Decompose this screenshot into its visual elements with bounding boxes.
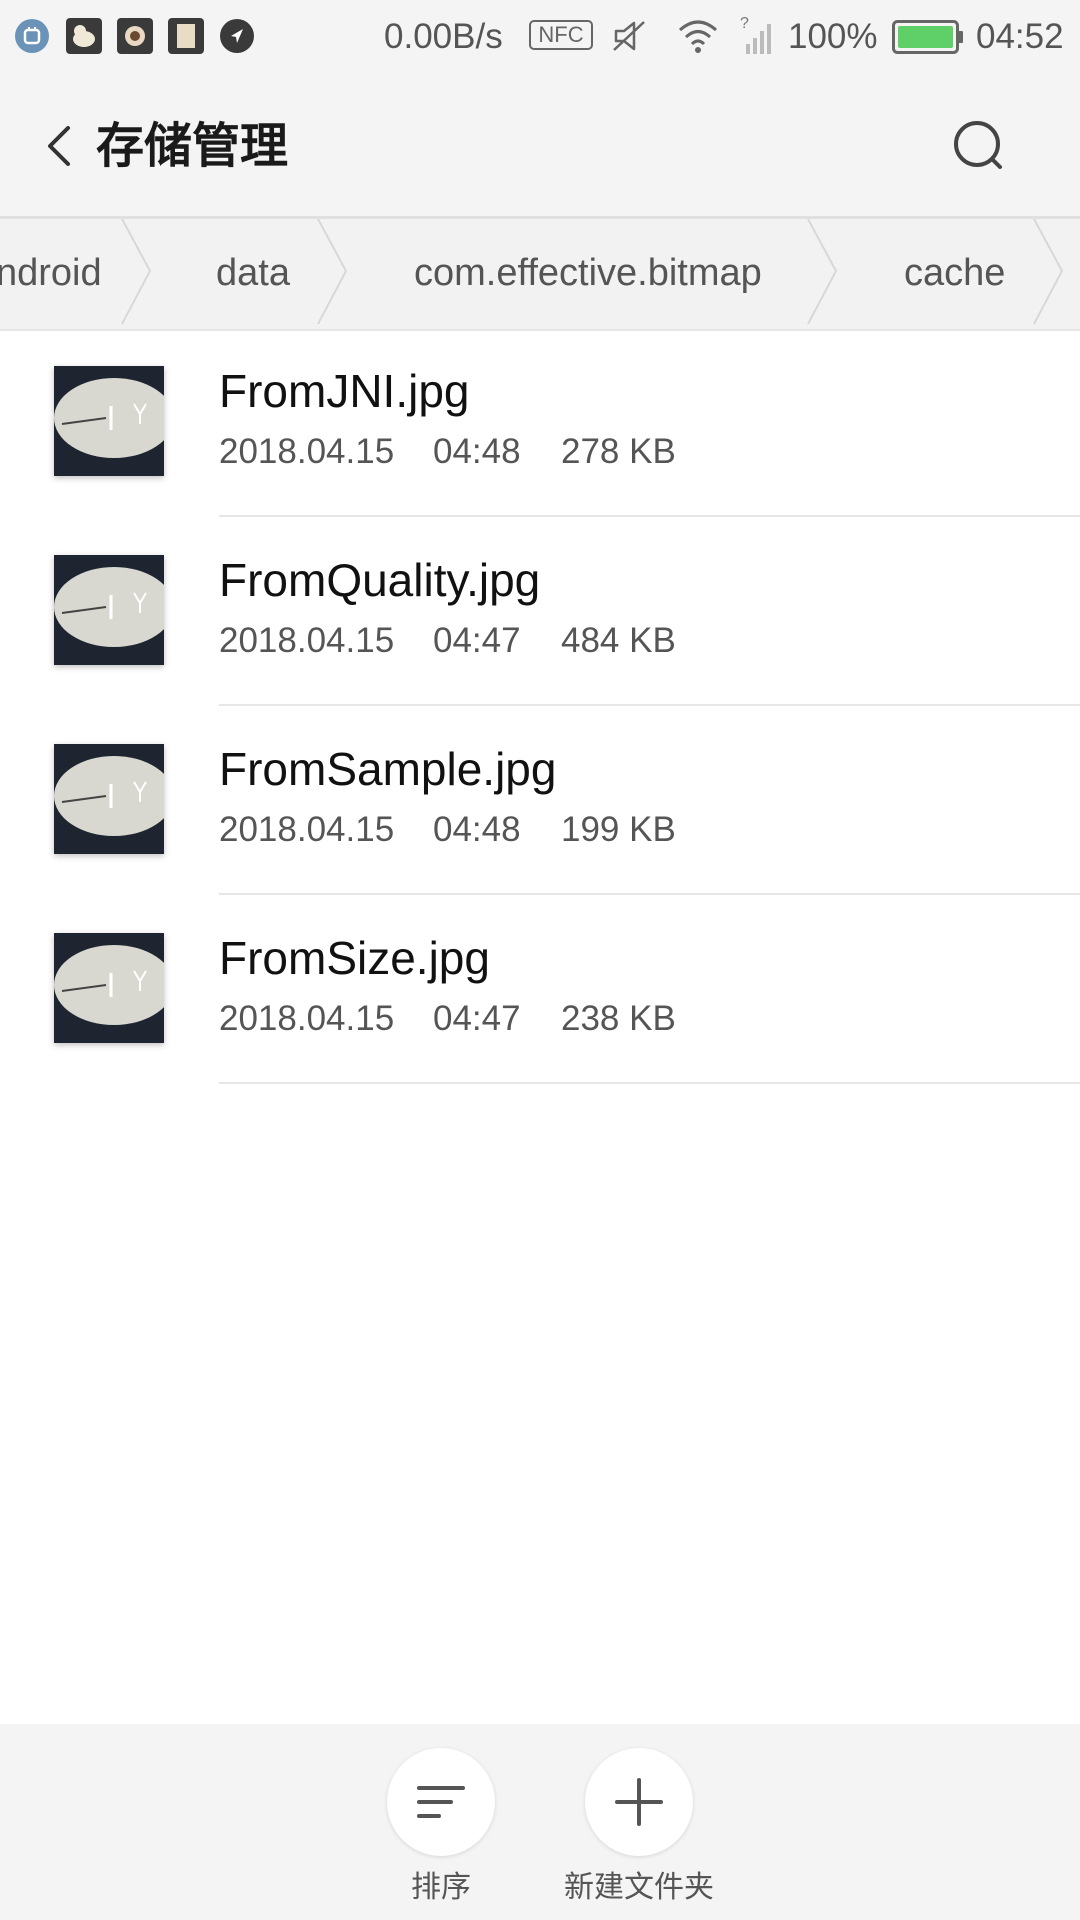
new-folder-label: 新建文件夹 <box>564 1870 714 1905</box>
breadcrumb-item-cache[interactable]: cache <box>904 251 1005 295</box>
file-size: 238 KB <box>561 999 676 1038</box>
nfc-icon: NFC <box>529 20 593 50</box>
sort-label: 排序 <box>411 1870 471 1905</box>
new-folder-button[interactable] <box>585 1748 693 1856</box>
note-icon <box>168 18 204 54</box>
mute-icon <box>613 21 645 51</box>
file-name: FromSample.jpg <box>219 743 557 795</box>
image-thumbnail <box>54 933 164 1043</box>
file-size: 278 KB <box>561 432 676 471</box>
svg-text:?: ? <box>740 15 749 32</box>
list-item[interactable]: FromQuality.jpg 2018.04.15 04:47 484 KB <box>0 517 1080 706</box>
file-name: FromJNI.jpg <box>219 365 470 417</box>
battery-icon <box>892 20 963 54</box>
sort-icon <box>417 1786 465 1818</box>
image-thumbnail <box>54 744 164 854</box>
file-date: 2018.04.15 <box>219 999 395 1038</box>
file-date: 2018.04.15 <box>219 810 395 849</box>
app-icon <box>15 19 49 53</box>
search-icon[interactable] <box>950 118 1006 174</box>
file-name: FromQuality.jpg <box>219 554 541 606</box>
file-name: FromSize.jpg <box>219 932 490 984</box>
page-title: 存储管理 <box>96 118 289 174</box>
sort-button[interactable] <box>387 1748 495 1856</box>
duck-icon <box>66 18 102 54</box>
list-item[interactable]: FromSize.jpg 2018.04.15 04:47 238 KB <box>0 895 1080 1084</box>
nfc-label: NFC <box>538 22 584 47</box>
breadcrumb: ndroid data com.effective.bitmap cache <box>0 216 1080 331</box>
image-thumbnail <box>54 366 164 476</box>
list-item[interactable]: FromJNI.jpg 2018.04.15 04:48 278 KB <box>0 328 1080 517</box>
file-time: 04:47 <box>433 999 521 1038</box>
row-divider <box>219 1082 1080 1084</box>
clock: 04:52 <box>976 17 1064 56</box>
list-item[interactable]: FromSample.jpg 2018.04.15 04:48 199 KB <box>0 706 1080 895</box>
app-header: 存储管理 <box>0 72 1080 216</box>
file-size: 199 KB <box>561 810 676 849</box>
breadcrumb-item-package[interactable]: com.effective.bitmap <box>414 251 762 295</box>
navigation-icon <box>220 19 254 53</box>
breadcrumb-item-data[interactable]: data <box>216 251 290 295</box>
back-arrow-icon[interactable] <box>38 120 86 172</box>
plus-icon <box>615 1778 663 1826</box>
net-speed: 0.00B/s <box>384 17 503 56</box>
file-time: 04:47 <box>433 621 521 660</box>
breadcrumb-item-android[interactable]: ndroid <box>0 251 102 295</box>
wifi-icon <box>679 20 717 53</box>
file-date: 2018.04.15 <box>219 621 395 660</box>
bottom-toolbar: 排序 新建文件夹 <box>0 1724 1080 1920</box>
camera-icon <box>117 18 153 54</box>
signal-icon: ? <box>740 15 771 54</box>
battery-percent: 100% <box>788 17 878 56</box>
status-bar: 0.00B/s NFC ? 100% 04:52 <box>0 0 1080 72</box>
file-size: 484 KB <box>561 621 676 660</box>
file-time: 04:48 <box>433 432 521 471</box>
file-time: 04:48 <box>433 810 521 849</box>
image-thumbnail <box>54 555 164 665</box>
file-date: 2018.04.15 <box>219 432 395 471</box>
